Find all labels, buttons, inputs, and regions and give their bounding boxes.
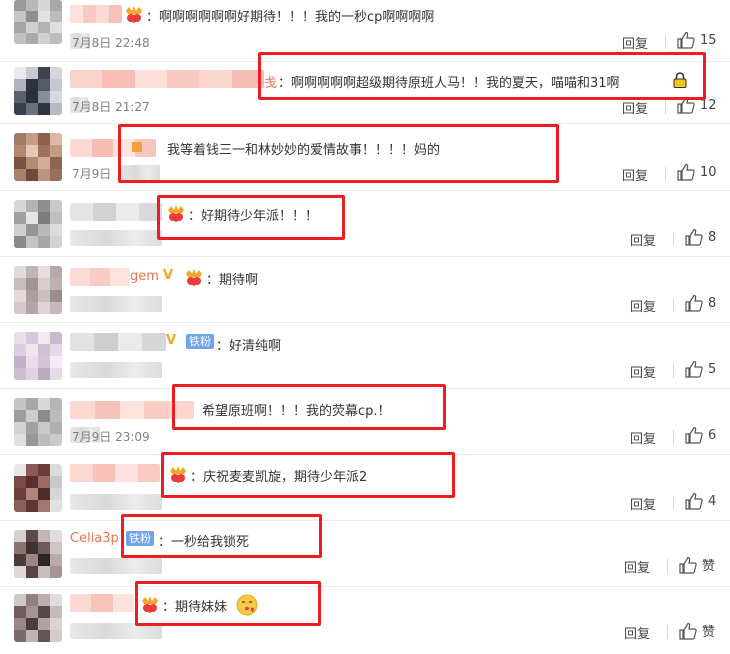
username-blurred[interactable]: [70, 333, 166, 351]
timestamp: 7月9日: [72, 167, 112, 181]
reply-button[interactable]: 回复: [630, 296, 656, 315]
reply-button[interactable]: 回复: [630, 230, 656, 249]
reply-button[interactable]: 回复: [622, 165, 648, 184]
thumbs-up-icon: [685, 294, 703, 312]
comment-text: ：啊啊啊啊啊啊好期待！！！我的一秒cp啊啊啊啊: [146, 10, 435, 25]
timestamp-blur: [70, 230, 162, 246]
username-blurred[interactable]: [70, 70, 264, 88]
like-button[interactable]: 6: [685, 426, 716, 444]
timestamp: 7月9日 23:09: [72, 430, 150, 444]
thumbs-up-icon: [685, 492, 703, 510]
username-blurred[interactable]: [70, 203, 162, 221]
like-count: 5: [708, 361, 717, 377]
avatar[interactable]: [14, 200, 62, 248]
divider: [673, 430, 674, 444]
avatar[interactable]: [14, 464, 62, 512]
like-button[interactable]: 15: [677, 31, 717, 49]
avatar[interactable]: [14, 0, 62, 44]
username-blurred[interactable]: [70, 268, 130, 286]
like-count: 10: [700, 164, 717, 180]
thumbs-up-icon: [685, 228, 703, 246]
reply-button[interactable]: 回复: [630, 428, 656, 447]
list-item: gem V ：期待啊 回复 8: [0, 256, 730, 323]
reply-button[interactable]: 回复: [630, 362, 656, 381]
username-blurred[interactable]: [70, 464, 160, 482]
timestamp-blur: [70, 494, 162, 510]
list-item: V 铁粉 ：好清纯啊 回复 5: [0, 322, 730, 389]
reply-button[interactable]: 回复: [624, 623, 650, 642]
avatar[interactable]: [14, 332, 62, 380]
crown-heart-icon: [184, 268, 204, 290]
reply-button[interactable]: 回复: [622, 33, 648, 52]
divider: [673, 496, 674, 510]
highlight-box: [161, 452, 455, 498]
timestamp: 7月8日 21:27: [72, 100, 150, 114]
comment-text: ：好清纯啊: [216, 339, 282, 354]
like-button[interactable]: 赞: [679, 555, 715, 574]
timestamp-blur: [70, 362, 162, 378]
thumbs-up-icon: [679, 622, 697, 640]
v-icon: V: [163, 268, 174, 283]
fan-badge: 铁粉: [186, 334, 214, 349]
like-count: 8: [708, 229, 717, 245]
divider: [667, 625, 668, 639]
username-blurred[interactable]: [70, 594, 134, 612]
highlight-box: [121, 514, 322, 558]
username[interactable]: Celia3p: [70, 531, 119, 546]
like-button[interactable]: 4: [685, 492, 716, 510]
list-item: ：期待妹妹 回复 赞: [0, 586, 730, 654]
divider: [667, 559, 668, 573]
avatar[interactable]: [14, 133, 62, 181]
v-icon: V: [166, 333, 177, 348]
like-count: 赞: [702, 559, 716, 574]
like-count: 4: [708, 493, 717, 509]
divider: [665, 100, 666, 114]
like-count: 6: [708, 427, 717, 443]
highlight-box: [172, 384, 446, 430]
list-item: Celia3p 铁粉 ：一秒给我锁死 回复 赞: [0, 520, 730, 587]
avatar[interactable]: [14, 530, 62, 578]
thumbs-up-icon: [685, 360, 703, 378]
avatar[interactable]: [14, 398, 62, 446]
thumbs-up-icon: [679, 556, 697, 574]
username-blurred[interactable]: [70, 5, 122, 23]
comment-text: ：期待啊: [206, 273, 259, 288]
thumbs-up-icon: [685, 426, 703, 444]
divider: [673, 232, 674, 246]
avatar[interactable]: [14, 266, 62, 314]
timestamp-blur: [70, 558, 162, 574]
like-button[interactable]: 8: [685, 294, 716, 312]
like-button[interactable]: 10: [677, 163, 717, 181]
thumbs-up-icon: [677, 163, 695, 181]
timestamp-blur: [70, 296, 162, 312]
highlight-box: [258, 52, 706, 100]
highlight-box: [135, 581, 321, 626]
timestamp: 7月8日 22:48: [72, 36, 150, 50]
like-button[interactable]: 5: [685, 360, 716, 378]
avatar[interactable]: [14, 67, 62, 115]
reply-button[interactable]: 回复: [630, 494, 656, 513]
list-item: ：好期待少年派！！！ 回复 8: [0, 190, 730, 257]
like-count: 赞: [702, 625, 716, 640]
divider: [673, 298, 674, 312]
highlight-box: [118, 124, 559, 183]
divider: [665, 167, 666, 181]
crown-heart-icon: [124, 5, 144, 27]
username[interactable]: gem: [130, 269, 159, 284]
divider: [665, 35, 666, 49]
reply-button[interactable]: 回复: [624, 557, 650, 576]
highlight-box: [157, 195, 345, 240]
like-count: 15: [700, 32, 717, 48]
like-count: 8: [708, 295, 717, 311]
divider: [673, 364, 674, 378]
like-button[interactable]: 赞: [679, 621, 715, 640]
avatar[interactable]: [14, 594, 62, 642]
like-button[interactable]: 8: [685, 228, 716, 246]
reply-button[interactable]: 回复: [622, 98, 648, 117]
thumbs-up-icon: [677, 31, 695, 49]
